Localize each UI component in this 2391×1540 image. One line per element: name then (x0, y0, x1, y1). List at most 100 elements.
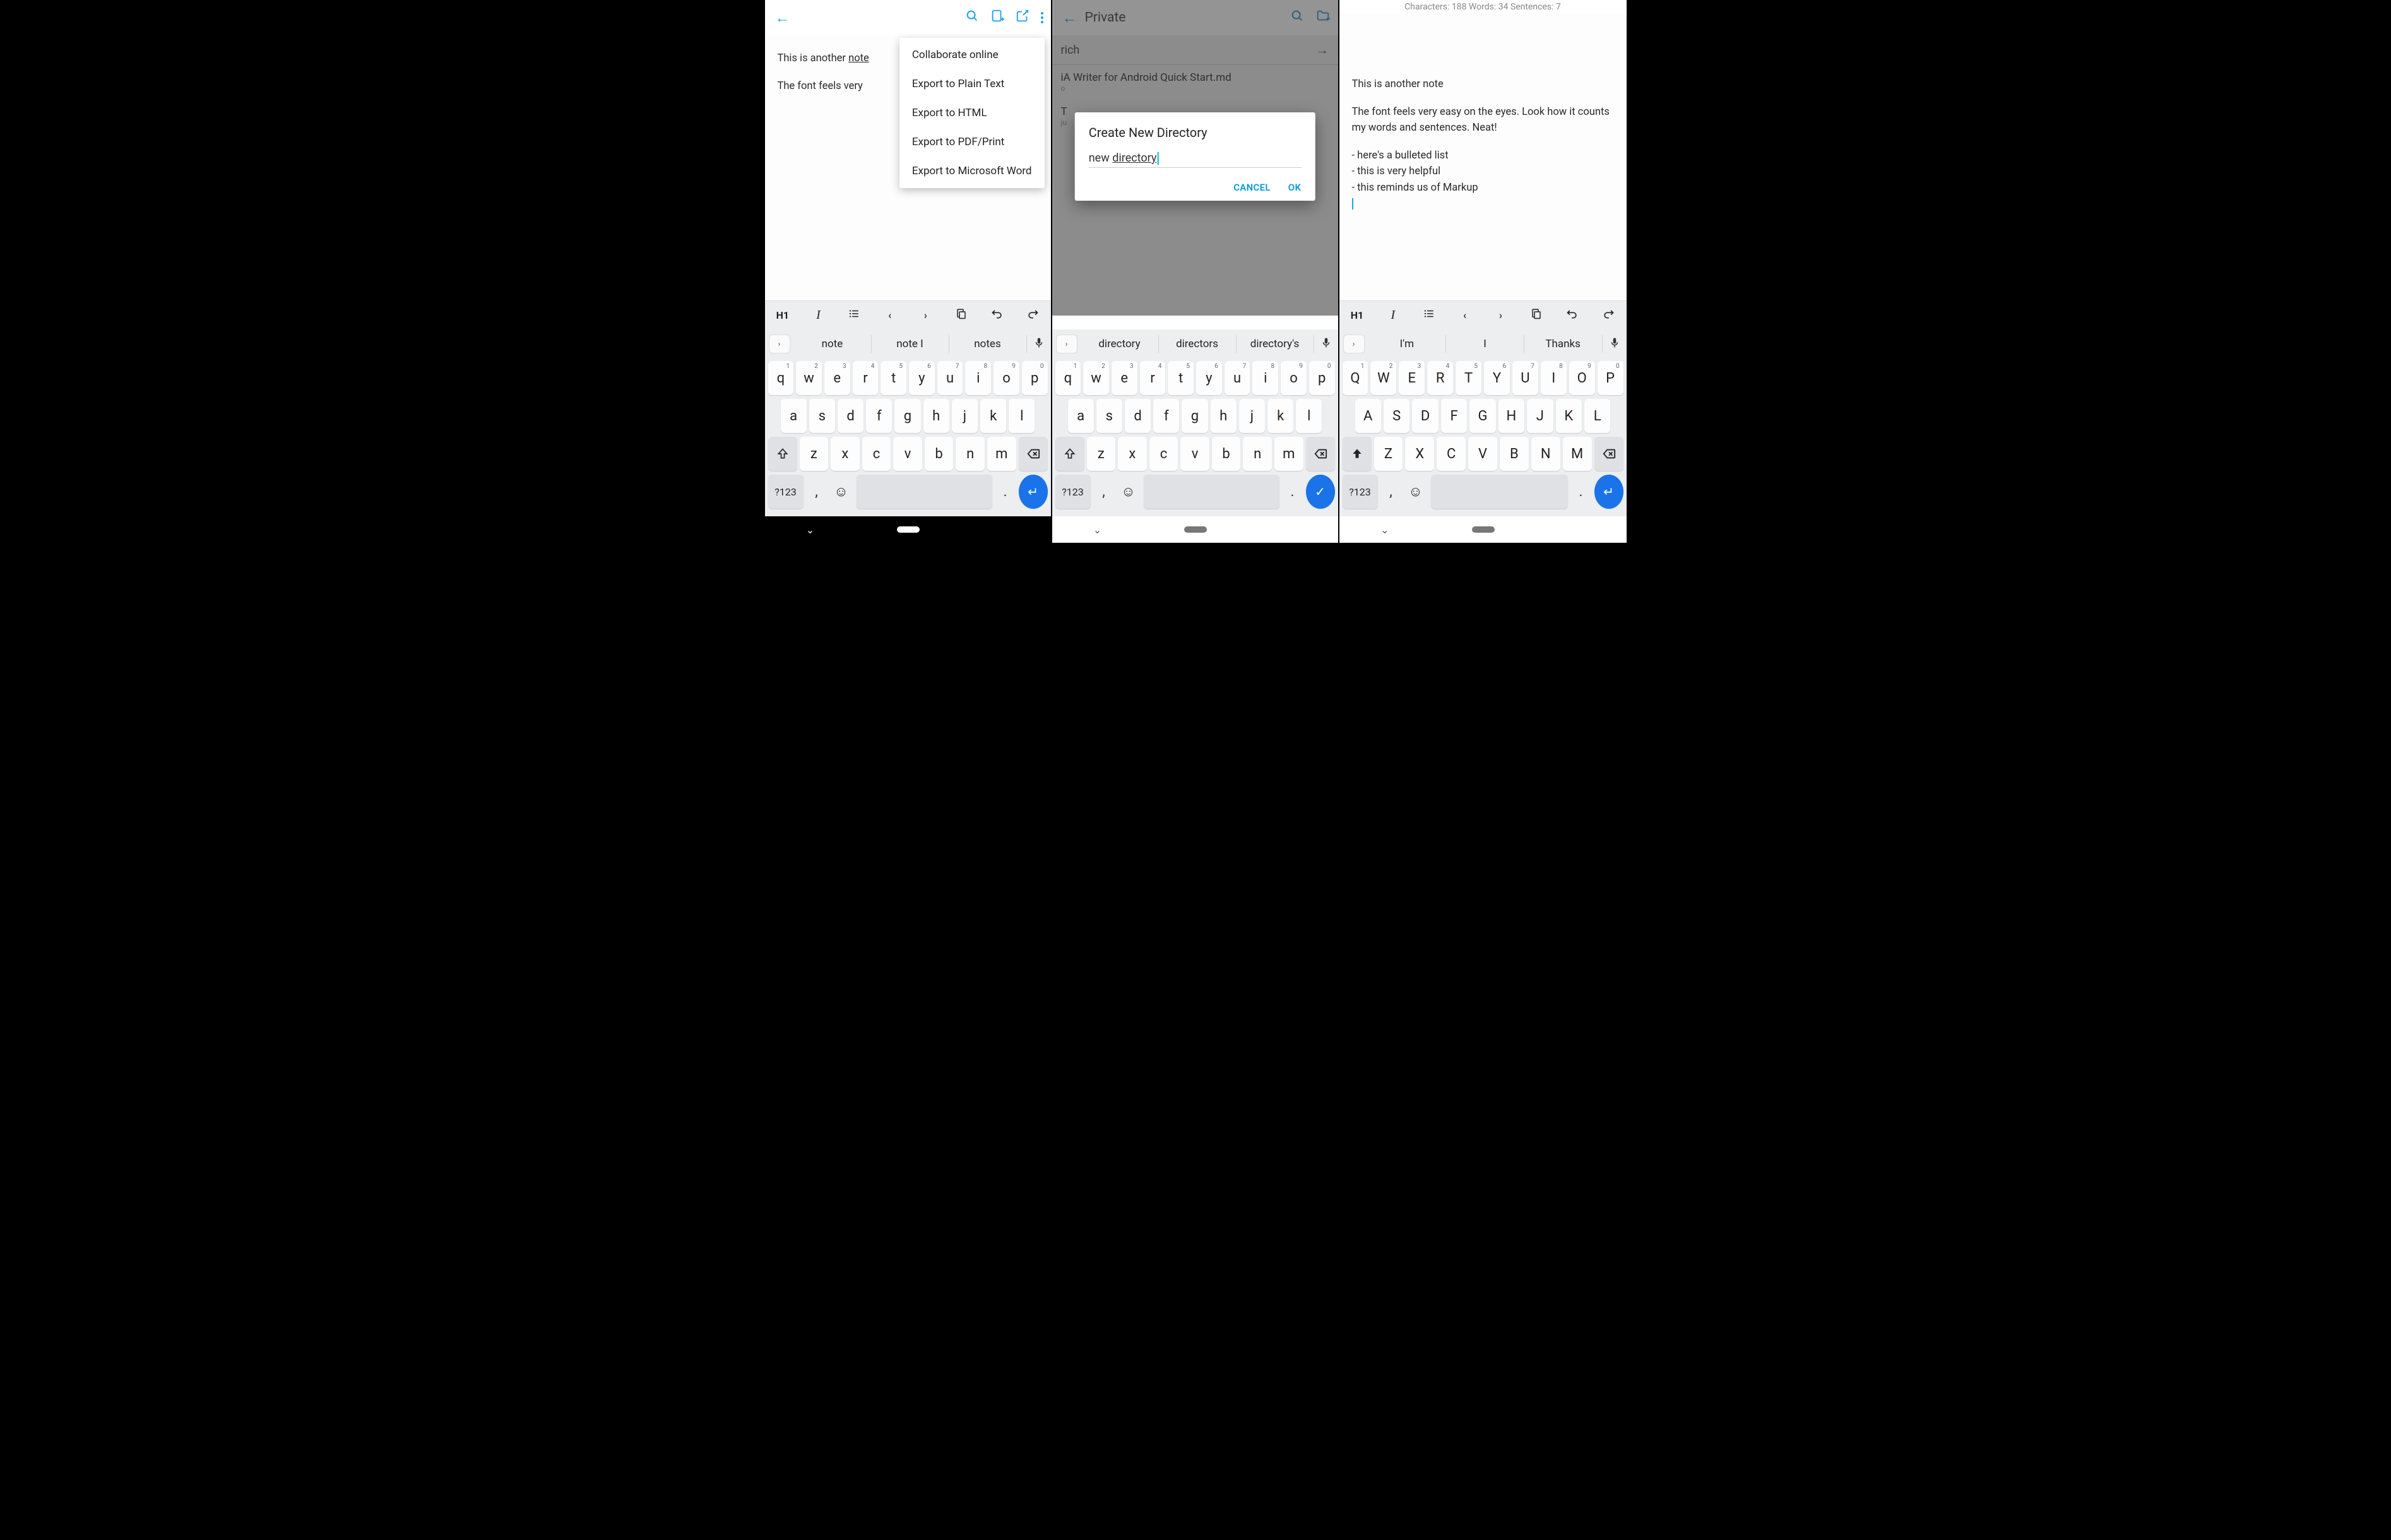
mic-icon[interactable] (1603, 337, 1627, 352)
key-x[interactable]: x (1118, 437, 1147, 471)
key-s[interactable]: s (809, 399, 835, 433)
suggestion-word[interactable]: note I (872, 335, 949, 353)
key-z[interactable]: Z (1374, 437, 1403, 471)
suggestion-word[interactable]: directors (1159, 335, 1237, 353)
key-l[interactable]: l (1009, 399, 1035, 433)
key-h[interactable]: h (923, 399, 949, 433)
format-italic-button[interactable]: I (1375, 308, 1411, 323)
key-y[interactable]: Y6 (1484, 361, 1510, 395)
format-next-button[interactable]: › (908, 309, 944, 322)
key-n[interactable]: n (1243, 437, 1272, 471)
key-c[interactable]: C (1437, 437, 1466, 471)
key-e[interactable]: E3 (1399, 361, 1425, 395)
nav-back-icon[interactable]: ⌄ (1093, 524, 1101, 536)
search-icon[interactable] (965, 9, 979, 27)
expand-suggestions-button[interactable]: › (769, 335, 790, 353)
editor-area[interactable]: This is another note The font feels very… (1339, 13, 1627, 300)
expand-suggestions-button[interactable]: › (1343, 335, 1365, 353)
key-r[interactable]: R4 (1427, 361, 1453, 395)
backspace-key[interactable] (1594, 437, 1623, 471)
key-t[interactable]: T5 (1456, 361, 1481, 395)
key-d[interactable]: D (1412, 399, 1438, 433)
menu-item-export-plaintext[interactable]: Export to Plain Text (899, 69, 1045, 98)
key-u[interactable]: U7 (1512, 361, 1538, 395)
key-f[interactable]: f (1153, 399, 1179, 433)
new-note-icon[interactable] (990, 9, 1004, 27)
key-a[interactable]: a (781, 399, 807, 433)
format-prev-button[interactable]: ‹ (872, 309, 908, 322)
confirm-key[interactable] (1306, 475, 1335, 509)
key-f[interactable]: f (866, 399, 892, 433)
nav-back-icon[interactable]: ⌄ (806, 524, 814, 536)
key-x[interactable]: X (1405, 437, 1434, 471)
key-g[interactable]: g (1182, 399, 1207, 433)
ok-button[interactable]: OK (1288, 182, 1301, 193)
key-v[interactable]: V (1468, 437, 1497, 471)
nav-home-icon[interactable] (897, 526, 920, 533)
key-w[interactable]: W2 (1370, 361, 1396, 395)
enter-key[interactable] (1019, 475, 1048, 509)
mic-icon[interactable] (1027, 337, 1051, 352)
key-e[interactable]: e3 (1112, 361, 1137, 395)
key-s[interactable]: s (1096, 399, 1122, 433)
suggestion-word[interactable]: I'm (1368, 335, 1447, 353)
format-copy-button[interactable] (944, 308, 980, 323)
key-s[interactable]: S (1384, 399, 1409, 433)
menu-item-export-word[interactable]: Export to Microsoft Word (899, 157, 1045, 186)
nav-home-icon[interactable] (1184, 526, 1207, 533)
format-h1-button[interactable]: H1 (765, 309, 801, 321)
emoji-key[interactable]: ☺ (1404, 475, 1427, 509)
comma-key[interactable]: , (1382, 475, 1401, 509)
key-u[interactable]: u7 (1225, 361, 1250, 395)
key-y[interactable]: y6 (1196, 361, 1222, 395)
key-b[interactable]: B (1500, 437, 1529, 471)
key-t[interactable]: t5 (1168, 361, 1194, 395)
backspace-key[interactable] (1306, 437, 1335, 471)
key-d[interactable]: d (838, 399, 863, 433)
format-redo-button[interactable] (1591, 307, 1627, 323)
key-t[interactable]: t5 (881, 361, 906, 395)
back-button[interactable]: ← (770, 9, 795, 27)
key-j[interactable]: j (952, 399, 978, 433)
shift-key[interactable] (768, 437, 797, 471)
key-q[interactable]: q1 (768, 361, 794, 395)
key-o[interactable]: o9 (994, 361, 1019, 395)
key-m[interactable]: m (1274, 437, 1303, 471)
format-undo-button[interactable] (1555, 307, 1591, 323)
key-h[interactable]: H (1498, 399, 1524, 433)
key-m[interactable]: M (1563, 437, 1592, 471)
key-p[interactable]: p0 (1309, 361, 1335, 395)
key-d[interactable]: d (1125, 399, 1151, 433)
key-r[interactable]: r4 (853, 361, 879, 395)
space-key[interactable] (1431, 475, 1568, 509)
menu-item-export-pdf[interactable]: Export to PDF/Print (899, 127, 1045, 157)
key-k[interactable]: K (1556, 399, 1582, 433)
period-key[interactable]: . (1283, 475, 1302, 509)
comma-key[interactable]: , (807, 475, 826, 509)
more-menu-icon[interactable] (1041, 9, 1043, 27)
period-key[interactable]: . (1572, 475, 1591, 509)
format-undo-button[interactable] (979, 307, 1015, 323)
suggestion-word[interactable]: I (1446, 335, 1524, 353)
key-z[interactable]: z (800, 437, 829, 471)
key-r[interactable]: r4 (1140, 361, 1166, 395)
key-w[interactable]: w2 (1083, 361, 1109, 395)
menu-item-collaborate[interactable]: Collaborate online (899, 40, 1045, 69)
key-i[interactable]: i8 (1252, 361, 1278, 395)
space-key[interactable] (1144, 475, 1279, 509)
cancel-button[interactable]: CANCEL (1233, 182, 1271, 193)
suggestion-word[interactable]: directory (1081, 335, 1159, 353)
key-i[interactable]: i8 (965, 361, 991, 395)
key-i[interactable]: I8 (1541, 361, 1567, 395)
key-y[interactable]: y6 (909, 361, 935, 395)
format-list-button[interactable] (1411, 308, 1447, 323)
format-italic-button[interactable]: I (800, 308, 836, 323)
key-c[interactable]: c (1149, 437, 1178, 471)
key-a[interactable]: a (1068, 399, 1094, 433)
key-j[interactable]: j (1239, 399, 1265, 433)
shift-key[interactable] (1055, 437, 1084, 471)
key-e[interactable]: e3 (824, 361, 850, 395)
key-j[interactable]: J (1527, 399, 1553, 433)
key-g[interactable]: G (1469, 399, 1495, 433)
enter-key[interactable] (1594, 475, 1623, 509)
